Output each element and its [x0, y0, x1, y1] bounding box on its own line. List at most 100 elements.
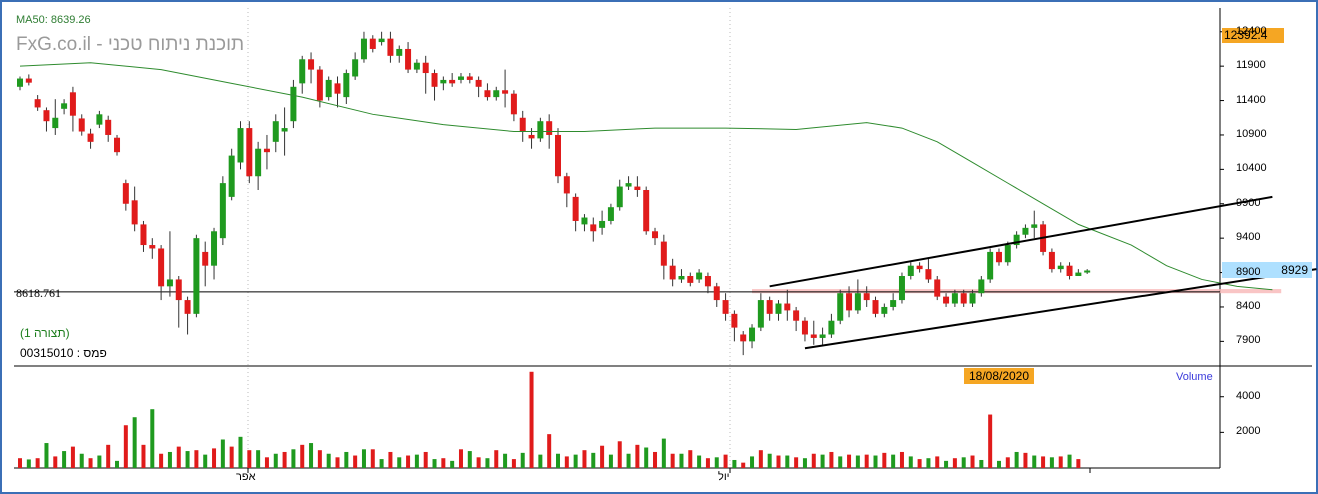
volume-bar: [106, 444, 111, 468]
candle-body: [378, 38, 385, 43]
channel-upper-line: [769, 195, 1273, 288]
candle-body: [652, 231, 659, 239]
candle-body: [590, 224, 597, 232]
volume-bar: [794, 457, 799, 468]
candle-body: [228, 155, 235, 197]
candle-body: [951, 293, 958, 304]
candle-body: [502, 90, 509, 94]
candle-body: [510, 93, 517, 115]
y-tick-label: 12400: [1236, 24, 1267, 37]
volume-bar: [864, 454, 869, 468]
volume-bar: [309, 443, 314, 468]
volume-bar: [326, 453, 331, 468]
candle-body: [696, 272, 703, 280]
volume-bar: [35, 458, 40, 468]
volume-bar: [44, 443, 49, 468]
volume-bar: [944, 460, 949, 468]
candle-body: [272, 121, 279, 142]
candle-body: [934, 279, 941, 297]
candle-body: [114, 137, 121, 153]
y-tick-label: 7900: [1236, 334, 1261, 347]
candle-body: [1075, 272, 1082, 276]
volume-bar: [97, 455, 102, 468]
volume-bar: [229, 446, 234, 468]
candle-body: [202, 251, 209, 266]
candle-body: [978, 279, 985, 294]
volume-bar: [582, 450, 587, 468]
candle-body: [969, 293, 976, 304]
volume-bar: [1076, 459, 1081, 468]
volume-bar: [970, 455, 975, 468]
volume-bar: [952, 458, 957, 468]
volume-bar: [714, 457, 719, 468]
horizontal-line-label: 8618.761: [16, 286, 61, 300]
candle-body: [449, 79, 456, 84]
candle-body: [881, 306, 888, 314]
volume-bar: [670, 453, 675, 468]
candle-body: [890, 300, 897, 307]
candle-body: [537, 121, 544, 139]
volume-bar: [688, 450, 693, 468]
candle-body: [643, 190, 650, 232]
volume-bar: [1023, 452, 1028, 468]
volume-bar: [132, 417, 137, 468]
volume-bar: [802, 458, 807, 468]
volume-bar: [591, 452, 596, 468]
candle-body: [828, 320, 835, 335]
volume-bar: [926, 458, 931, 468]
volume-bar: [476, 457, 481, 468]
candle-body: [61, 103, 68, 109]
volume-bar: [282, 451, 287, 468]
volume-bar: [414, 454, 419, 468]
volume-bar: [838, 456, 843, 468]
candle-body: [184, 300, 191, 314]
candle-body: [325, 79, 332, 98]
candle-body: [987, 251, 994, 280]
candle-body: [775, 303, 782, 314]
volume-bar: [617, 441, 622, 468]
volume-bar: [361, 449, 366, 468]
volume-bar: [899, 451, 904, 468]
volume-bar: [626, 453, 631, 468]
candle-body: [740, 334, 747, 342]
volume-bar: [300, 444, 305, 468]
y-tick-label: 9900: [1236, 196, 1261, 209]
candle-body: [898, 276, 905, 301]
x-tick-label: אפר: [236, 471, 256, 483]
candle-body: [995, 251, 1002, 263]
volume-bar: [370, 449, 375, 468]
volume-bar: [503, 453, 508, 468]
volume-bar: [194, 450, 199, 468]
candle-body: [237, 128, 244, 163]
volume-bar: [564, 456, 569, 468]
candle-body: [916, 265, 923, 270]
candle-body: [96, 114, 103, 125]
volume-bar: [1032, 455, 1037, 468]
volume-bar: [573, 454, 578, 468]
candle-body: [263, 148, 270, 153]
volume-bar: [273, 453, 278, 468]
volume-bar: [908, 456, 913, 468]
volume-bar: [70, 446, 75, 468]
candle-body: [17, 78, 23, 87]
candle-body: [925, 269, 932, 280]
volume-bar: [1058, 456, 1063, 468]
candle-body: [722, 300, 729, 314]
volume-bar: [785, 455, 790, 468]
candle-body: [563, 176, 570, 194]
candle-body: [493, 90, 500, 98]
volume-bar: [767, 453, 772, 468]
volume-bar: [353, 455, 358, 468]
candle-body: [360, 38, 367, 60]
volume-bar: [511, 459, 516, 468]
candle-body: [757, 300, 764, 328]
volume-bar: [635, 444, 640, 468]
candle-body: [687, 276, 694, 283]
volume-bar: [317, 450, 322, 468]
volume-bar: [529, 371, 534, 468]
candle-body: [713, 286, 720, 301]
candle-body: [555, 134, 561, 177]
volume-bar: [423, 451, 428, 468]
y-tick-label: 11900: [1236, 59, 1266, 72]
candlestick-chart: [14, 8, 1317, 473]
